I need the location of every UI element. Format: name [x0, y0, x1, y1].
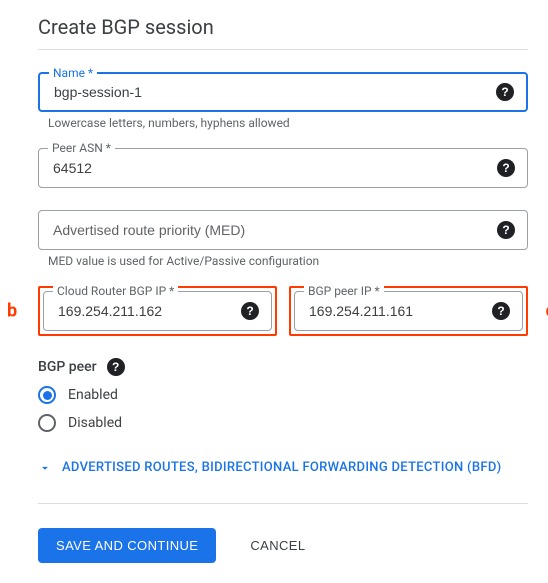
- bgp-peer-ip-field[interactable]: BGP peer IP * ?: [294, 291, 523, 331]
- page-title: Create BGP session: [38, 15, 528, 39]
- chevron-down-icon: [38, 461, 52, 475]
- med-field[interactable]: ?: [38, 210, 528, 250]
- help-icon[interactable]: ?: [497, 221, 515, 239]
- divider: [38, 503, 528, 504]
- peer-asn-label: Peer ASN *: [48, 141, 115, 155]
- help-icon[interactable]: ?: [492, 302, 510, 320]
- med-help-text: MED value is used for Active/Passive con…: [48, 254, 528, 268]
- bgp-peer-label-text: BGP peer: [38, 359, 97, 375]
- help-icon[interactable]: ?: [496, 83, 514, 101]
- help-icon[interactable]: ?: [497, 159, 515, 177]
- radio-label-enabled: Enabled: [68, 387, 118, 403]
- cloud-router-ip-highlight: Cloud Router BGP IP * ?: [38, 286, 277, 336]
- bgp-peer-ip-label: BGP peer IP *: [304, 284, 384, 298]
- divider: [38, 49, 528, 50]
- cloud-router-ip-input[interactable]: [56, 302, 233, 320]
- name-field[interactable]: Name * ?: [38, 72, 528, 112]
- cloud-router-ip-field[interactable]: Cloud Router BGP IP * ?: [43, 291, 272, 331]
- radio-label-disabled: Disabled: [68, 415, 122, 431]
- bgp-peer-disabled-radio[interactable]: Disabled: [38, 414, 528, 432]
- cancel-button[interactable]: CANCEL: [244, 537, 311, 554]
- name-input[interactable]: [52, 83, 488, 101]
- advertised-routes-expander[interactable]: ADVERTISED ROUTES, BIDIRECTIONAL FORWARD…: [38, 460, 528, 475]
- bgp-peer-ip-input[interactable]: [307, 302, 484, 320]
- radio-icon: [38, 386, 56, 404]
- expander-label: ADVERTISED ROUTES, BIDIRECTIONAL FORWARD…: [62, 460, 501, 475]
- cloud-router-ip-label: Cloud Router BGP IP *: [53, 284, 178, 298]
- peer-asn-input[interactable]: [51, 159, 489, 177]
- peer-asn-field[interactable]: Peer ASN * ?: [38, 148, 528, 188]
- bgp-peer-enabled-radio[interactable]: Enabled: [38, 386, 528, 404]
- help-icon[interactable]: ?: [241, 302, 259, 320]
- name-help-text: Lowercase letters, numbers, hyphens allo…: [48, 116, 528, 130]
- name-label: Name *: [49, 66, 97, 80]
- annotation-b: b: [7, 301, 17, 322]
- bgp-peer-section-label: BGP peer ?: [38, 358, 528, 376]
- radio-icon: [38, 414, 56, 432]
- bgp-peer-ip-highlight: BGP peer IP * ?: [289, 286, 528, 336]
- save-and-continue-button[interactable]: SAVE AND CONTINUE: [38, 528, 216, 563]
- help-icon[interactable]: ?: [107, 358, 125, 376]
- med-input[interactable]: [51, 221, 489, 239]
